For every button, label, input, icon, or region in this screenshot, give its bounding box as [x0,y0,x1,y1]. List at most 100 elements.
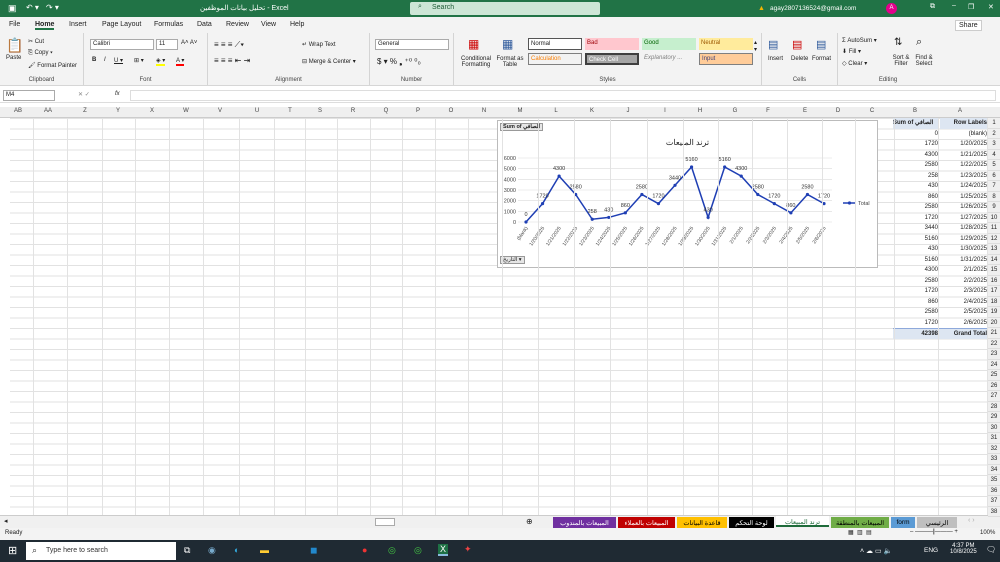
windows-start-icon[interactable]: ⊞ [8,544,17,557]
pivot-row-label[interactable]: 1/25/2025 [940,192,987,203]
underline-button[interactable]: U ▾ [114,57,123,64]
column-header[interactable]: M [512,108,528,114]
restore-button[interactable]: ❐ [968,3,974,11]
column-header[interactable]: W [178,108,194,114]
pivot-value[interactable]: 1720 [893,213,938,224]
style-explanatory[interactable]: Explanatory ... [642,53,696,65]
align-top-middle-bottom[interactable]: ≡ ≡ ≡ ⟋▾ [214,40,244,50]
wrap-text-button[interactable]: ↵ Wrap Text [302,41,336,48]
row-header[interactable]: 18 [988,296,1000,307]
column-header[interactable]: AB [10,108,26,114]
row-header[interactable]: 38 [988,506,1000,517]
pivot-value[interactable]: 3440 [893,223,938,234]
pivot-row-label[interactable]: 1/23/2025 [940,171,987,182]
cancel-enter-icons[interactable]: ✕ ✓ [78,91,90,98]
app-icon[interactable]: ✦ [464,544,472,555]
clock[interactable]: 4:37 PM 10/8/2025 [950,543,977,555]
pivot-value[interactable]: 0 [893,129,938,140]
row-header[interactable]: 33 [988,454,1000,465]
data-point[interactable] [673,183,677,187]
data-point[interactable] [756,192,760,197]
data-point[interactable] [524,220,528,224]
pivot-value[interactable]: 430 [893,181,938,192]
style-neutral[interactable]: Neutral [699,38,753,50]
redo-icon[interactable]: ↷ ▾ [46,3,59,12]
search-box[interactable]: ⌕ Search [410,2,600,15]
pivot-grand-total-value[interactable]: 42398 [893,328,938,339]
find-select-button[interactable]: Find & Select [912,55,936,67]
row-header[interactable]: 14 [988,254,1000,265]
share-button[interactable]: Share [955,20,982,31]
copy-button[interactable]: ⎘ Copy ▾ [28,50,53,57]
row-header[interactable]: 27 [988,391,1000,402]
pivot-row-label[interactable]: 1/20/2025 [940,139,987,150]
file-explorer-icon[interactable]: ▬ [260,545,269,555]
column-header[interactable]: D [830,108,846,114]
style-bad[interactable]: Bad [585,38,639,50]
data-point[interactable] [706,215,710,220]
pivot-row-label[interactable]: 2/6/2025 [940,318,987,329]
font-grow-shrink[interactable]: A˄ A˅ [181,40,197,46]
data-point[interactable] [689,165,694,169]
pivot-row-label[interactable]: 1/31/2025 [940,255,987,266]
column-header[interactable]: P [410,108,426,114]
sheet-tab[interactable]: قاعدة البيانات [677,517,727,528]
pivot-row-label[interactable]: 1/27/2025 [940,213,987,224]
styles-scroll[interactable]: ▴ ▾ [754,39,757,53]
tab-insert[interactable]: Insert [69,21,87,28]
column-header[interactable]: V [212,108,228,114]
record-icon[interactable]: ● [362,545,367,555]
pivot-value[interactable]: 1720 [893,286,938,297]
autosum-button[interactable]: Σ AutoSum ▾ [842,37,877,44]
insert-button[interactable]: Insert [768,56,783,62]
style-good[interactable]: Good [642,38,696,50]
notifications-icon[interactable]: 🗨 [986,545,996,554]
avatar[interactable]: A [886,3,897,14]
pivot-value[interactable]: 430 [893,244,938,255]
pivot-row-label[interactable]: 1/29/2025 [940,234,987,245]
task-view-icon[interactable]: ⧉ [184,545,190,556]
clear-button[interactable]: ◇ Clear ▾ [842,60,867,67]
excel-taskbar-icon[interactable]: X [438,544,449,556]
pivot-grand-total-label[interactable]: Grand Total [938,328,987,339]
row-header[interactable]: 9 [988,202,1000,213]
pivot-value[interactable]: 4300 [893,265,938,276]
paste-button[interactable]: Paste [6,55,21,61]
data-point[interactable] [822,202,826,206]
pivot-value[interactable]: 2580 [893,276,938,287]
row-header[interactable]: 11 [988,223,1000,234]
copilot-icon[interactable]: ◉ [208,545,216,556]
data-point[interactable] [640,192,644,197]
row-header[interactable]: 22 [988,338,1000,349]
row-header[interactable]: 15 [988,265,1000,276]
row-header[interactable]: 24 [988,359,1000,370]
scroll-left-icon[interactable]: ◂ [4,517,8,525]
row-header[interactable]: 19 [988,307,1000,318]
sheet-tab[interactable]: ترند المبيعات [776,516,829,527]
pivot-row-label[interactable]: 2/4/2025 [940,297,987,308]
data-point[interactable] [557,174,561,178]
data-point[interactable] [772,202,776,206]
row-header[interactable]: 28 [988,401,1000,412]
paste-icon[interactable]: 📋 [6,37,23,54]
pivot-value[interactable]: 2580 [893,160,938,171]
number-format-select[interactable]: General [375,39,449,50]
column-header[interactable]: R [345,108,361,114]
column-header[interactable]: K [584,108,600,114]
horizontal-scrollbar[interactable] [375,518,395,526]
merge-center-button[interactable]: ⊟ Merge & Center ▾ [302,58,356,65]
language-indicator[interactable]: ENG [924,547,938,554]
pivot-row-label[interactable]: 1/22/2025 [940,160,987,171]
pivot-values-header[interactable]: Sum of الصافي [893,118,938,129]
column-header[interactable]: T [282,108,298,114]
tab-view[interactable]: View [261,21,276,28]
save-icon[interactable]: ▣ [8,3,17,14]
pivot-row-label[interactable]: 2/1/2025 [940,265,987,276]
column-header[interactable]: S [312,108,328,114]
ribbon-display-icon[interactable]: ⧉ [930,3,935,11]
font-size-select[interactable]: 11 [156,39,178,50]
data-point[interactable] [805,192,810,197]
column-header[interactable]: C [864,108,880,114]
data-point[interactable] [789,211,793,215]
row-header[interactable]: 32 [988,443,1000,454]
